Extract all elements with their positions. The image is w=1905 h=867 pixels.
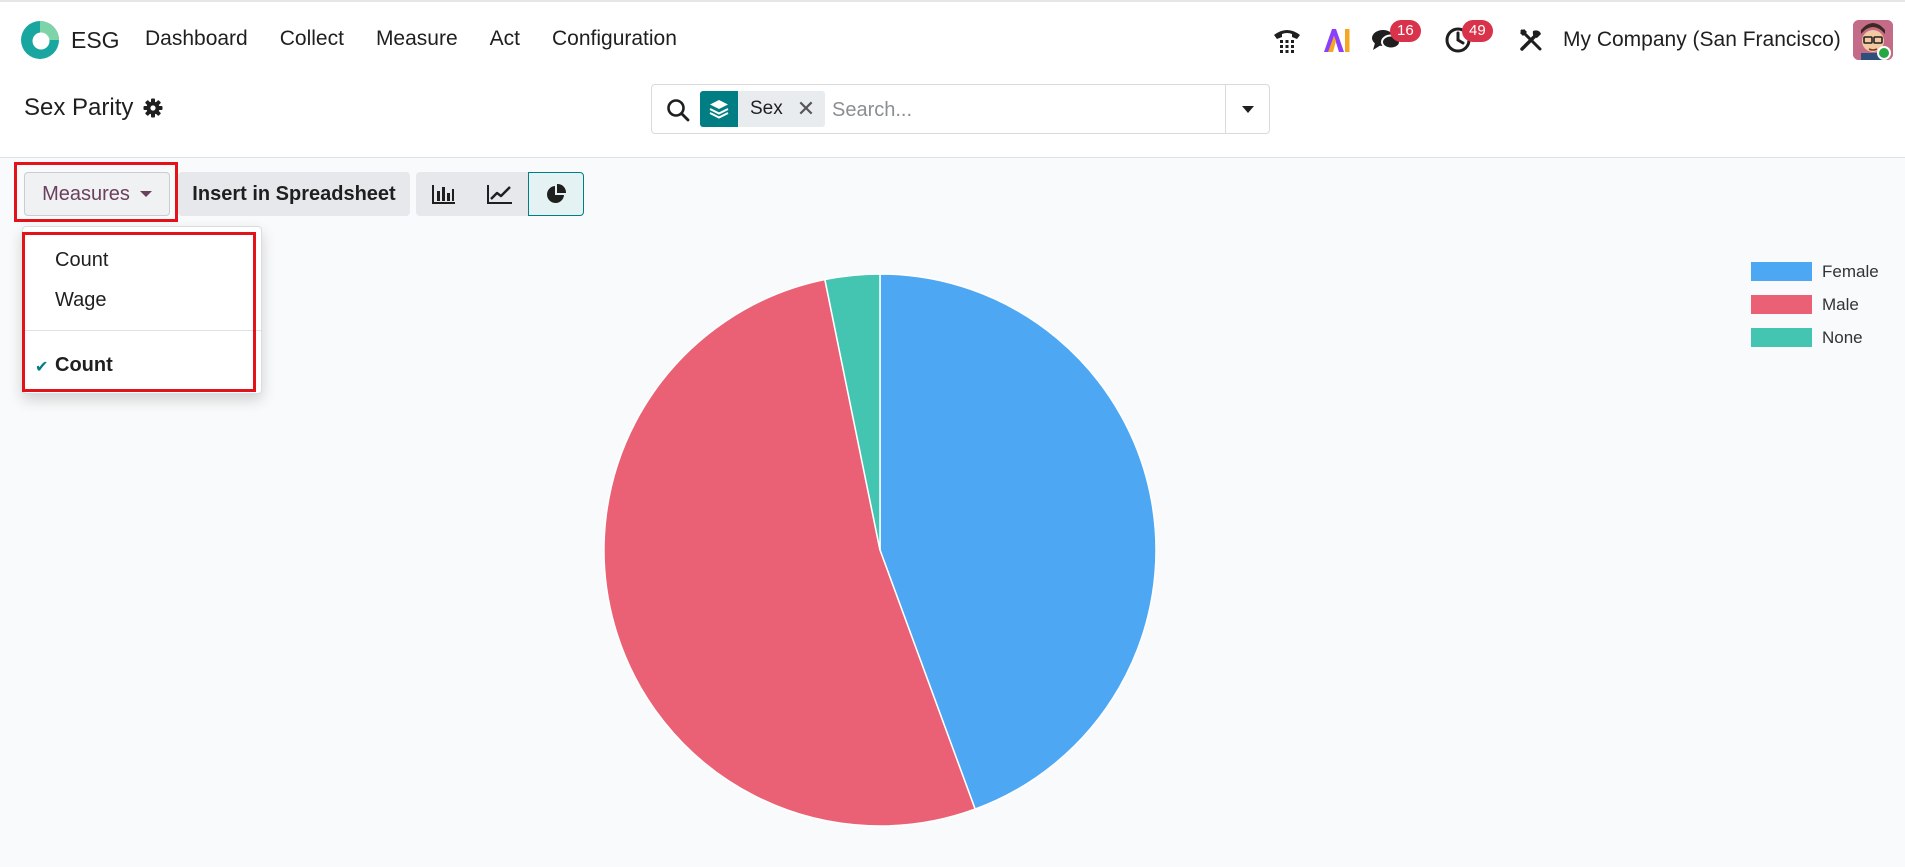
layers-icon xyxy=(700,91,738,127)
bar-chart-button[interactable] xyxy=(416,172,472,216)
legend-label-male: Male xyxy=(1822,294,1859,314)
facet-remove-icon[interactable]: ✕ xyxy=(797,91,825,127)
menu-item-act[interactable]: Act xyxy=(490,27,520,51)
insert-in-spreadsheet-button[interactable]: Insert in Spreadsheet xyxy=(178,172,410,216)
search-icon[interactable] xyxy=(665,97,691,123)
top-navbar: ESG Dashboard Collect Measure Act Config… xyxy=(0,0,1905,78)
online-status-indicator xyxy=(1877,46,1891,60)
legend-item-female[interactable]: Female xyxy=(1751,255,1879,288)
search-options-toggle[interactable] xyxy=(1225,85,1269,133)
phone-icon[interactable] xyxy=(1271,24,1303,56)
main-menu: Dashboard Collect Measure Act Configurat… xyxy=(145,27,677,51)
legend-label-female: Female xyxy=(1822,261,1879,281)
menu-item-collect[interactable]: Collect xyxy=(280,27,344,51)
measure-option-count[interactable]: Count xyxy=(55,249,108,272)
measures-button-label: Measures xyxy=(42,182,130,205)
menu-item-configuration[interactable]: Configuration xyxy=(552,27,677,51)
legend-swatch-none xyxy=(1751,328,1812,347)
legend-swatch-female xyxy=(1751,262,1812,281)
search-bar: Sex ✕ xyxy=(651,84,1270,134)
search-facet-label: Sex xyxy=(750,98,783,119)
measures-dropdown: Count Wage ✔ Count xyxy=(22,226,262,394)
page-title: Sex Parity xyxy=(24,94,163,122)
app-name[interactable]: ESG xyxy=(71,27,120,54)
tools-icon[interactable] xyxy=(1515,24,1547,56)
line-chart-icon xyxy=(487,185,512,204)
menu-item-dashboard[interactable]: Dashboard xyxy=(145,27,248,51)
messages-badge: 16 xyxy=(1390,20,1421,42)
chart-legend: Female Male None xyxy=(1751,255,1879,354)
measure-option-count-selected[interactable]: Count xyxy=(55,354,113,377)
page-title-text: Sex Parity xyxy=(24,94,134,121)
legend-label-none: None xyxy=(1822,327,1863,347)
line-chart-button[interactable] xyxy=(472,172,528,216)
gear-icon[interactable] xyxy=(143,98,163,118)
checkmark-icon: ✔ xyxy=(35,359,49,376)
company-switcher[interactable]: My Company (San Francisco) xyxy=(1563,28,1841,52)
activities-badge: 49 xyxy=(1462,20,1493,42)
pie-chart-button[interactable] xyxy=(528,172,584,216)
bar-chart-icon xyxy=(432,185,455,204)
esg-logo-icon[interactable] xyxy=(20,20,60,60)
control-panel: Sex Parity Sex ✕ Search... xyxy=(0,78,1905,158)
menu-item-measure[interactable]: Measure xyxy=(376,27,458,51)
pie-chart-icon xyxy=(547,183,567,203)
caret-down-icon xyxy=(1241,106,1254,113)
legend-swatch-male xyxy=(1751,295,1812,314)
search-input[interactable] xyxy=(832,93,1212,127)
dropdown-divider xyxy=(23,330,261,331)
pie-chart xyxy=(603,273,1157,827)
search-facet-groupby: Sex ✕ xyxy=(700,91,826,127)
measures-button[interactable]: Measures xyxy=(24,172,170,216)
legend-item-male[interactable]: Male xyxy=(1751,288,1879,321)
legend-item-none[interactable]: None xyxy=(1751,321,1879,354)
caret-down-icon xyxy=(139,191,152,197)
ai-icon[interactable] xyxy=(1321,24,1353,56)
measure-option-wage[interactable]: Wage xyxy=(55,289,107,312)
chart-type-switcher xyxy=(416,172,584,216)
